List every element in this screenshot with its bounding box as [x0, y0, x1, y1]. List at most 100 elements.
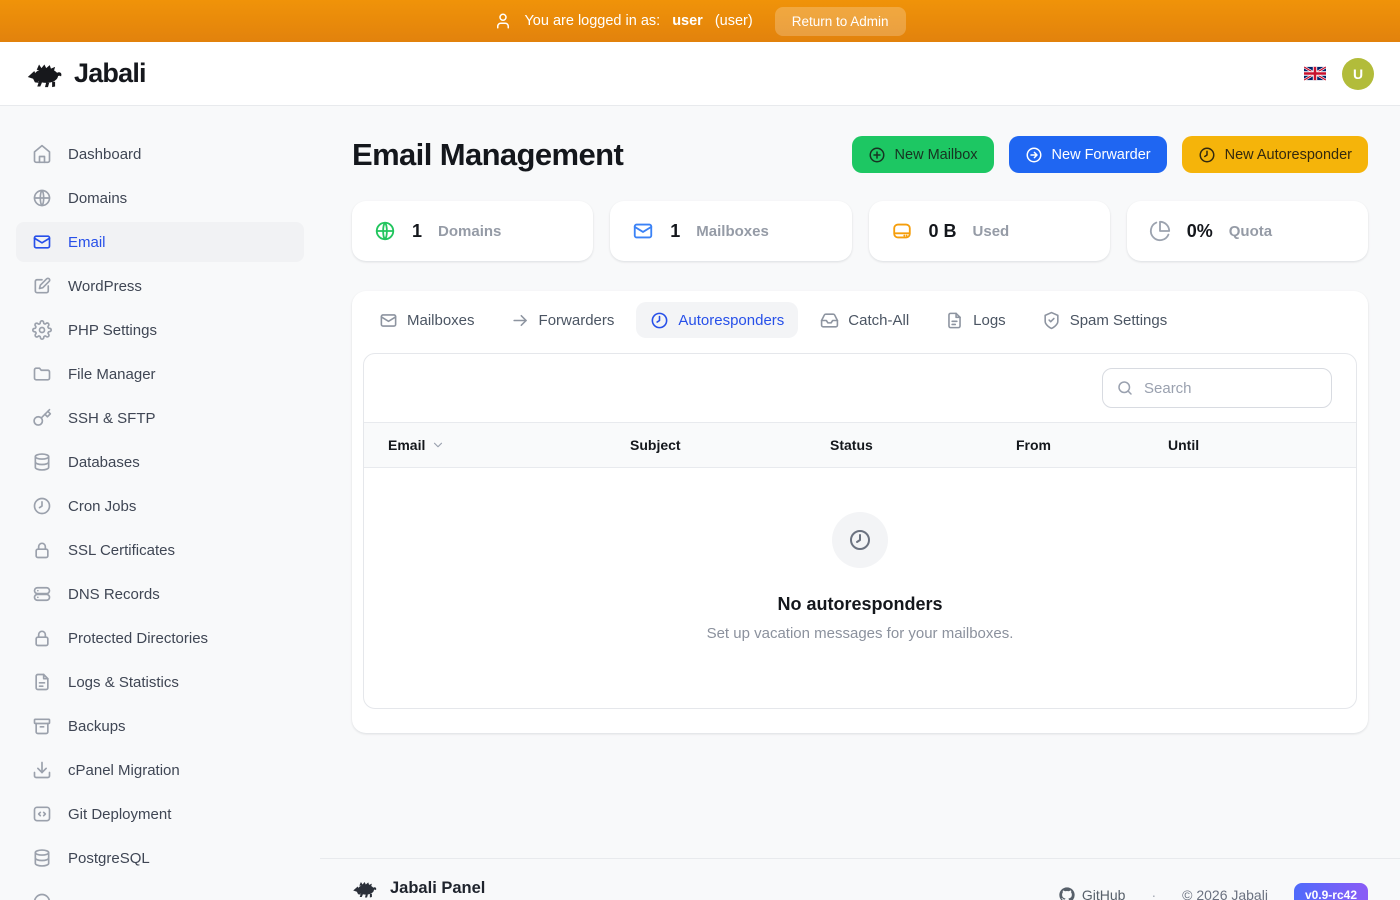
sidebar-item-email[interactable]: Email — [16, 222, 304, 262]
plus-circle-icon — [868, 146, 886, 164]
sidebar-item-label: Databases — [68, 453, 140, 471]
sidebar-item-label: Protected Directories — [68, 629, 209, 647]
email-panel: Mailboxes Forwarders Autoresponders Catc… — [352, 291, 1368, 733]
sidebar-item-logs-statistics[interactable]: Logs & Statistics — [16, 662, 304, 702]
edit-icon — [32, 276, 52, 296]
column-header-until: Until — [1168, 437, 1200, 453]
sidebar-item-label: DNS Records — [68, 585, 160, 603]
sidebar-item-label: PHP Settings — [68, 321, 157, 339]
jabali-boar-logo-icon — [27, 64, 62, 87]
sidebar-item-cron-jobs[interactable]: Cron Jobs — [16, 486, 304, 526]
sidebar-item-backups[interactable]: Backups — [16, 706, 304, 746]
new-mailbox-button[interactable]: New Mailbox — [851, 136, 994, 173]
empty-state-subtitle: Set up vacation messages for your mailbo… — [706, 625, 1014, 642]
footer-copyright: © 2026 Jabali — [1182, 887, 1268, 900]
footer-boar-logo-icon — [353, 882, 377, 898]
stat-label: Domains — [438, 222, 502, 240]
stat-label: Quota — [1228, 222, 1273, 240]
sidebar-item-label: File Manager — [68, 365, 156, 383]
new-autoresponder-button[interactable]: New Autoresponder — [1181, 136, 1368, 173]
stat-label: Mailboxes — [696, 222, 769, 240]
tab-forwarders[interactable]: Forwarders — [497, 302, 629, 338]
column-header-email[interactable]: Email — [388, 437, 630, 453]
arrow-right-icon — [511, 311, 530, 330]
clock-icon — [650, 311, 669, 330]
lock-icon — [32, 628, 52, 648]
database-icon — [32, 452, 52, 472]
search-input[interactable] — [1144, 379, 1318, 397]
stat-value: 0 B — [928, 220, 957, 241]
archive-icon — [32, 716, 52, 736]
sidebar-item-cpanel-migration[interactable]: cPanel Migration — [16, 750, 304, 790]
stat-card-domains: 1 Domains — [352, 201, 594, 261]
sidebar-item-label: Git Deployment — [68, 805, 172, 823]
sidebar: Dashboard Domains Email WordPress PHP Se… — [0, 106, 320, 900]
sidebar-item-protected-directories[interactable]: Protected Directories — [16, 618, 304, 658]
circle-icon — [32, 892, 52, 900]
footer: Jabali Panel GitHub · © 2026 Jabali v0.9… — [320, 858, 1400, 900]
column-header-subject: Subject — [630, 437, 681, 453]
tab-mailboxes[interactable]: Mailboxes — [365, 302, 489, 338]
sidebar-item-item[interactable] — [16, 882, 304, 900]
login-role: (user) — [714, 13, 753, 29]
mail-icon — [32, 232, 52, 252]
footer-brand: Jabali Panel — [390, 879, 486, 897]
language-flag-uk-icon[interactable] — [1304, 66, 1326, 81]
page-actions: New Mailbox New Forwarder New Autorespon… — [851, 136, 1368, 173]
sidebar-item-dns-records[interactable]: DNS Records — [16, 574, 304, 614]
server-icon — [32, 584, 52, 604]
clock-icon — [32, 496, 52, 516]
sidebar-item-label: Domains — [68, 189, 128, 207]
empty-state: No autoresponders Set up vacation messag… — [364, 468, 1356, 708]
sidebar-item-git-deployment[interactable]: Git Deployment — [16, 794, 304, 834]
stat-label: Used — [972, 222, 1010, 240]
empty-state-title: No autoresponders — [777, 594, 943, 614]
sidebar-item-label: Backups — [68, 717, 126, 735]
app-header: Jabali U — [0, 42, 1400, 106]
tab-spam-settings[interactable]: Spam Settings — [1028, 302, 1182, 338]
sidebar-item-label: WordPress — [68, 277, 142, 295]
drive-icon — [891, 220, 913, 242]
page-title: Email Management — [352, 136, 624, 172]
download-icon — [32, 760, 52, 780]
email-tabs: Mailboxes Forwarders Autoresponders Catc… — [363, 301, 1357, 349]
user-avatar[interactable]: U — [1342, 57, 1374, 90]
clock-icon — [848, 528, 872, 552]
sidebar-item-label: Email — [68, 233, 106, 251]
database-icon — [32, 848, 52, 868]
sidebar-item-file-manager[interactable]: File Manager — [16, 354, 304, 394]
sidebar-item-label: SSH & SFTP — [68, 409, 156, 427]
login-username: user — [672, 13, 703, 29]
sidebar-item-databases[interactable]: Databases — [16, 442, 304, 482]
sidebar-item-postgresql[interactable]: PostgreSQL — [16, 838, 304, 878]
sidebar-item-ssh-sftp[interactable]: SSH & SFTP — [16, 398, 304, 438]
shield-check-icon — [1042, 311, 1061, 330]
sidebar-item-ssl-certificates[interactable]: SSL Certificates — [16, 530, 304, 570]
stat-card-mailboxes: 1 Mailboxes — [610, 201, 852, 261]
brand-name: Jabali — [74, 58, 147, 88]
tab-logs[interactable]: Logs — [931, 302, 1020, 338]
tab-catch-all[interactable]: Catch-All — [806, 302, 923, 338]
stat-cards: 1 Domains 1 Mailboxes 0 B Used 0% Quota — [352, 201, 1368, 261]
stat-value: 0% — [1186, 220, 1213, 241]
sidebar-item-domains[interactable]: Domains — [16, 178, 304, 218]
pie-icon — [1149, 220, 1171, 242]
sidebar-item-label: Logs & Statistics — [68, 673, 179, 691]
tab-autoresponders[interactable]: Autoresponders — [636, 302, 799, 338]
globe-icon — [374, 220, 396, 242]
code-icon — [32, 804, 52, 824]
stat-card-quota: 0% Quota — [1126, 201, 1368, 261]
key-icon — [32, 408, 52, 428]
brand[interactable]: Jabali — [26, 58, 147, 89]
sidebar-item-label: SSL Certificates — [68, 541, 175, 559]
sidebar-item-dashboard[interactable]: Dashboard — [16, 134, 304, 174]
return-to-admin-button[interactable]: Return to Admin — [774, 6, 906, 36]
table-header: Email Subject Status From Until — [364, 422, 1356, 468]
sidebar-item-label: cPanel Migration — [68, 761, 180, 779]
sidebar-item-label: Dashboard — [68, 145, 142, 163]
sidebar-item-wordpress[interactable]: WordPress — [16, 266, 304, 306]
sidebar-item-php-settings[interactable]: PHP Settings — [16, 310, 304, 350]
github-link[interactable]: GitHub — [1059, 887, 1125, 900]
footer-separator: · — [1151, 887, 1157, 900]
new-forwarder-button[interactable]: New Forwarder — [1008, 136, 1167, 173]
